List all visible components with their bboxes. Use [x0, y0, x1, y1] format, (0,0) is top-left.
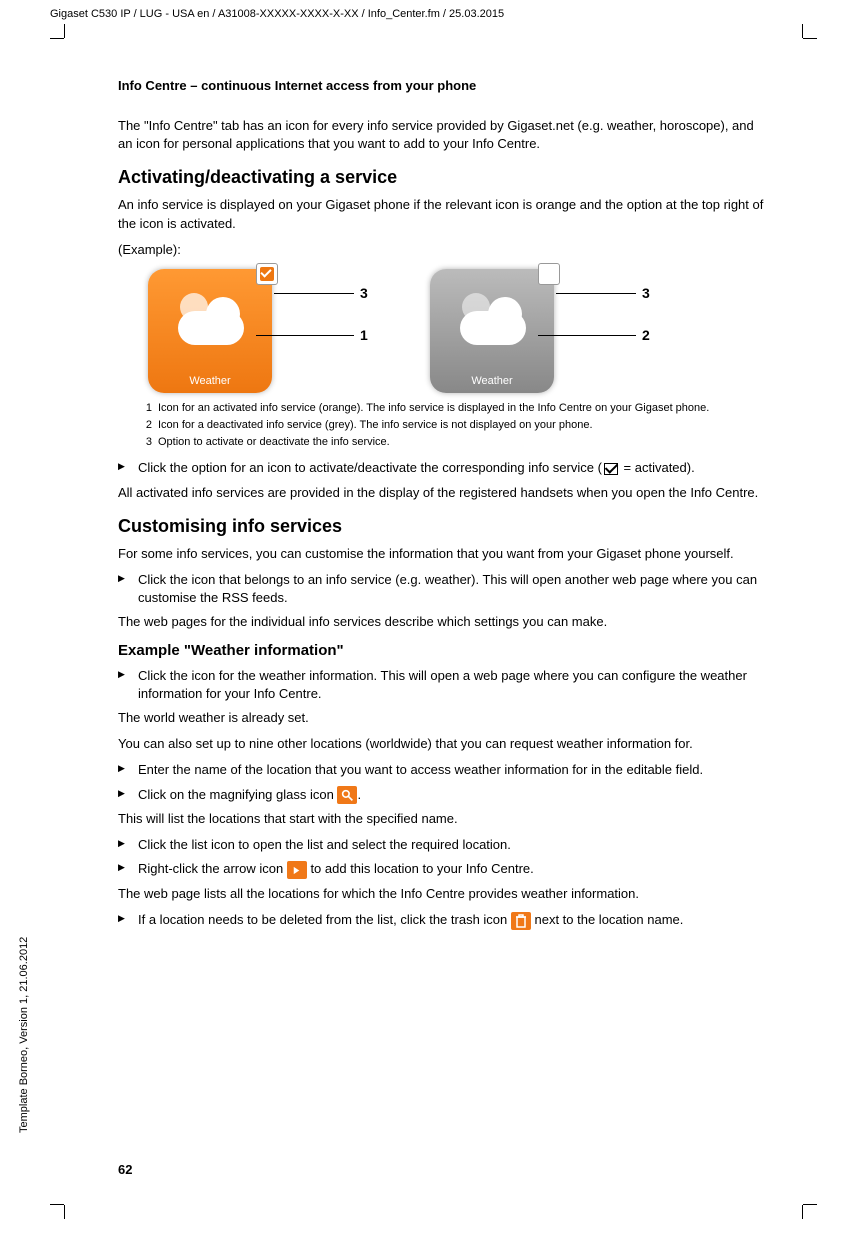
custom-intro: For some info services, you can customis… [118, 545, 768, 563]
step-text: Click the icon that belongs to an info s… [138, 571, 768, 607]
legend-num: 2 [138, 418, 152, 433]
trash-icon [511, 912, 531, 930]
legend-num: 3 [138, 435, 152, 450]
step-marker-icon [118, 911, 138, 930]
weather-icon [170, 293, 250, 353]
weather-tile-active: Weather [148, 269, 272, 393]
crop-mark [802, 1205, 803, 1219]
crop-mark [64, 24, 65, 38]
step-item: Right-click the arrow icon to add this l… [118, 860, 768, 879]
step-text: Right-click the arrow icon [138, 861, 287, 876]
template-version-label: Template Borneo, Version 1, 21.06.2012 [18, 937, 30, 1133]
step-marker-icon [118, 667, 138, 703]
checkbox-icon [604, 463, 618, 475]
step-text: Click the list icon to open the list and… [138, 836, 768, 854]
callout-num-3: 3 [360, 285, 368, 301]
activate-checkbox-empty [538, 263, 560, 285]
legend-text: Option to activate or deactivate the inf… [158, 435, 390, 450]
step-item: Click the list icon to open the list and… [118, 836, 768, 854]
callout-num-3: 3 [642, 285, 650, 301]
callout-lines-left: 3 1 [280, 281, 370, 381]
weather-tile-inactive: Weather [430, 269, 554, 393]
legend-text: Icon for an activated info service (oran… [158, 401, 709, 416]
step-item: Click the icon for the weather informati… [118, 667, 768, 703]
step-text: = activated). [620, 460, 695, 475]
callout-num-2: 2 [642, 327, 650, 343]
callout-lines-right: 3 2 [562, 281, 652, 381]
weather-p4: The web page lists all the locations for… [118, 885, 768, 903]
intro-paragraph: The "Info Centre" tab has an icon for ev… [118, 117, 768, 153]
activate-summary: All activated info services are provided… [118, 484, 768, 502]
step-text: next to the location name. [531, 912, 683, 927]
heading-example-weather: Example "Weather information" [118, 642, 768, 659]
weather-p3: This will list the locations that start … [118, 810, 768, 828]
step-text: Click on the magnifying glass icon [138, 787, 337, 802]
arrow-right-icon [287, 861, 307, 879]
example-label: (Example): [118, 241, 768, 259]
page-number: 62 [118, 1162, 132, 1177]
step-marker-icon [118, 786, 138, 805]
step-marker-icon [118, 459, 138, 477]
step-item: Click on the magnifying glass icon . [118, 786, 768, 805]
crop-mark [50, 1204, 64, 1205]
crop-mark [50, 38, 64, 39]
tile-label: Weather [189, 375, 230, 387]
step-text: Click the icon for the weather informati… [138, 667, 768, 703]
step-item: If a location needs to be deleted from t… [118, 911, 768, 930]
step-text: Enter the name of the location that you … [138, 761, 768, 779]
crop-mark [803, 38, 817, 39]
weather-p2: You can also set up to nine other locati… [118, 735, 768, 753]
crop-mark [64, 1205, 65, 1219]
step-marker-icon [118, 761, 138, 779]
legend-text: Icon for a deactivated info service (gre… [158, 418, 593, 433]
crop-mark [803, 1204, 817, 1205]
deactivated-icon-group: Weather 3 2 [430, 269, 652, 393]
callout-num-1: 1 [360, 327, 368, 343]
step-text: If a location needs to be deleted from t… [138, 912, 511, 927]
crop-mark [802, 24, 803, 38]
page-content: Info Centre – continuous Internet access… [118, 78, 768, 936]
step-text: . [357, 787, 361, 802]
step-marker-icon [118, 571, 138, 607]
document-header: Gigaset C530 IP / LUG - USA en / A31008-… [50, 8, 504, 20]
activate-description: An info service is displayed on your Gig… [118, 196, 768, 232]
custom-note: The web pages for the individual info se… [118, 613, 768, 631]
weather-icon [452, 293, 532, 353]
example-figure: Weather 3 1 Weather 3 2 [148, 269, 768, 393]
legend-num: 1 [138, 401, 152, 416]
step-text: Click the option for an icon to activate… [138, 460, 602, 475]
step-marker-icon [118, 836, 138, 854]
tile-label: Weather [471, 375, 512, 387]
activate-checkbox-checked [256, 263, 278, 285]
magnify-icon [337, 786, 357, 804]
step-item: Click the icon that belongs to an info s… [118, 571, 768, 607]
heading-customising: Customising info services [118, 516, 768, 537]
heading-activating: Activating/deactivating a service [118, 167, 768, 188]
weather-p1: The world weather is already set. [118, 709, 768, 727]
step-text: to add this location to your Info Centre… [307, 861, 534, 876]
step-marker-icon [118, 860, 138, 879]
step-item: Enter the name of the location that you … [118, 761, 768, 779]
activated-icon-group: Weather 3 1 [148, 269, 370, 393]
step-item: Click the option for an icon to activate… [118, 459, 768, 477]
section-running-header: Info Centre – continuous Internet access… [118, 78, 768, 93]
figure-legend: 1 Icon for an activated info service (ora… [138, 401, 768, 450]
